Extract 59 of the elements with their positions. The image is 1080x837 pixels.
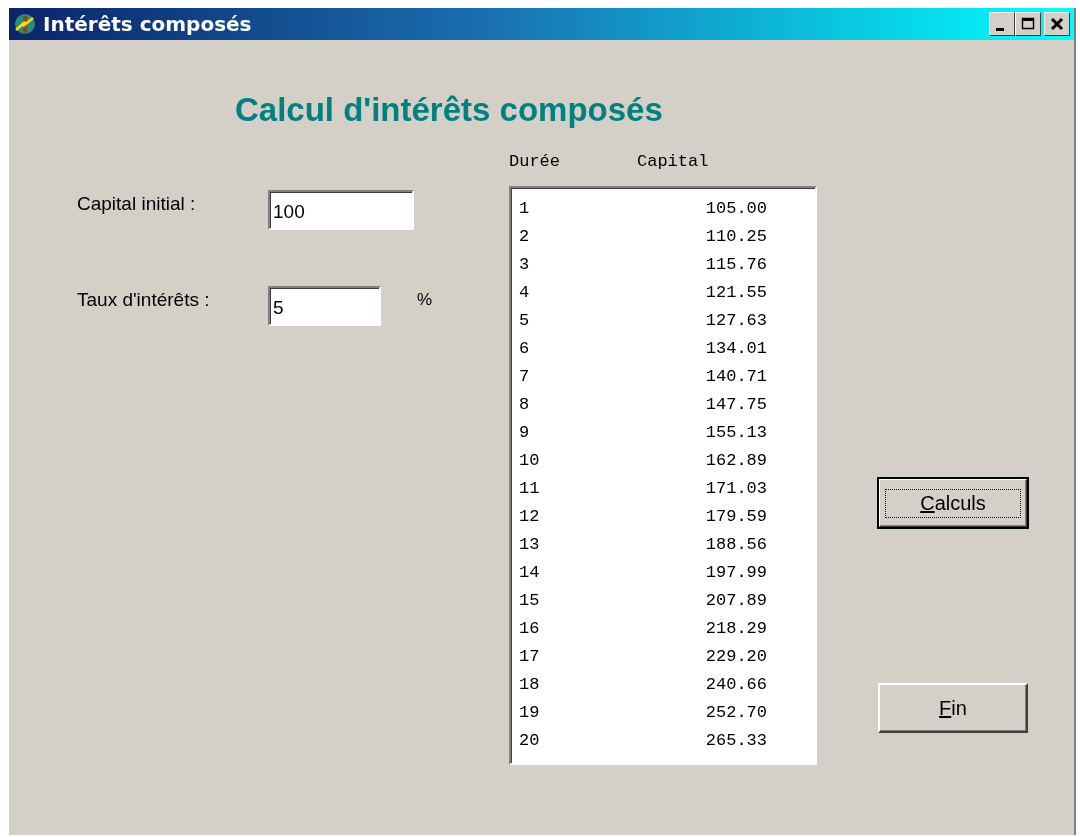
list-cell-text: 18 [519,674,541,694]
minimize-button[interactable] [989,12,1015,36]
input-field[interactable]: 5 [268,286,381,326]
close-button[interactable] [1044,12,1070,36]
list-cell-text: 10 [519,450,541,470]
list-cell-text: 265.33 [704,730,767,750]
list-cell-text: 17 [519,646,541,666]
app-icon [13,12,37,36]
list-cell-text: 155.13 [704,422,767,442]
list-cell-text: 121.55 [704,282,767,302]
list-cell-text: 19 [519,702,541,722]
list-cell-text: 179.59 [704,506,767,526]
list-cell-text: 20 [519,730,541,750]
list-cell-text: 12 [519,506,541,526]
field-label: Capital initial : [76,193,197,215]
close-icon [1050,17,1064,31]
list-cell-text: 127.63 [704,310,767,330]
list-cell-text: 252.70 [704,702,767,722]
column-header: Capital [637,152,709,173]
unit-label: % [417,290,433,310]
list-cell-text: 105.00 [704,198,767,218]
list-cell-text: 15 [519,590,541,610]
list-cell-text: 188.56 [704,534,767,554]
list-cell-text: 207.89 [704,590,767,610]
list-cell-text: 7 [519,366,531,386]
list-cell-text: 229.20 [704,646,767,666]
list-cell-text: 11 [519,478,541,498]
list-cell-text: 240.66 [704,674,767,694]
list-cell-text: 1 [519,198,531,218]
list-cell-text: 147.75 [704,394,767,414]
list-cell-text: 6 [519,338,531,358]
list-cell-text: 9 [519,422,531,442]
list-cell-text: 140.71 [704,366,767,386]
input-field[interactable]: 100 [268,190,414,230]
list-cell-text: 115.76 [704,254,767,274]
list-cell-text: 14 [519,562,541,582]
list-cell-text: 197.99 [704,562,767,582]
list-cell-text: 13 [519,534,541,554]
field-label: Taux d'intérêts : [76,289,211,311]
calculate-button[interactable]: Calculs [878,478,1028,528]
list-cell-text: 5 [519,310,531,330]
maximize-icon [1021,17,1035,31]
results-list[interactable]: 1 105.00 2 110.25 3 115.76 4 121.55 5 127.63 6 134.01 7 140.71 8 147.75 9 155.13 10 162.89 11 171.03 12 179.59 13 188.56 14 197.99 15 207.89 16 218.29 17 229.20 18 240.66 19 252.70 20 265.33 [509,186,817,765]
form-heading: Calcul d'intérêts composés [235,90,664,130]
list-cell-text: 134.01 [704,338,767,358]
list-cell-text: 3 [519,254,531,274]
window-title: Intérêts composés [43,12,253,36]
maximize-button[interactable] [1015,12,1041,36]
list-cell-text: 162.89 [704,450,767,470]
column-header: Durée [509,152,561,173]
list-cell-text: 2 [519,226,531,246]
list-cell-text: 16 [519,618,541,638]
list-cell-text: 110.25 [704,226,767,246]
list-cell-text: 4 [519,282,531,302]
minimize-icon [996,27,1004,31]
list-cell-text: 218.29 [704,618,767,638]
exit-button[interactable]: Fin [878,683,1028,733]
list-cell-text: 171.03 [704,478,767,498]
list-cell-text: 8 [519,394,531,414]
